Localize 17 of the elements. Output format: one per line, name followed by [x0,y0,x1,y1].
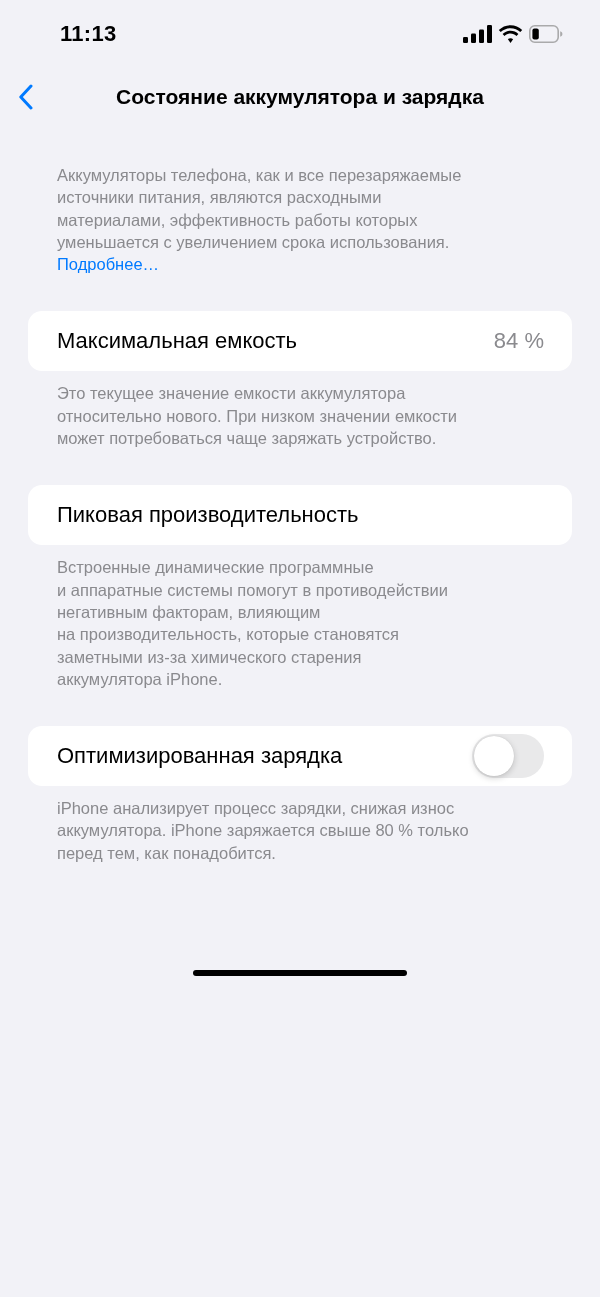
row-label: Пиковая производительность [57,502,359,529]
battery-icon [529,25,563,43]
section-footer-text: Встроенные динамические программные и аппаратные системы помогут в противодействии негативным факторам, влияющим на производительность, которые становятся заметными из-за химического старения аккумулятора iPhone. [57,557,449,690]
toggle-switch[interactable] [472,734,544,779]
signal-icon [463,25,492,43]
wifi-icon [498,25,523,43]
row-label: Оптимизированная зарядка [57,743,343,770]
section-footer-text: Это текущее значение емкости аккумулятора относительно нового. При низком значении емкости может потребоваться чаще заряжать устройство. [57,383,459,450]
row-label: Максимальная емкость [57,328,298,355]
back-button[interactable] [18,84,33,110]
learn-more-link[interactable]: Подробнее… [57,255,160,274]
intro-text: Аккумуляторы телефона, как и все перезаряжаемые источники питания, являются расходными материалами, эффективность работы которых уменьшается с увеличением срока использования. Подробнее… [57,165,463,276]
chevron-left-icon [18,84,33,110]
status-time: 11:13 [60,21,117,47]
row-value: 84 % [493,328,544,355]
section-footer-text: iPhone анализирует процесс зарядки, снижая износ аккумулятора. iPhone заряжается свыше 80 % только перед тем, как понадобится. [57,798,470,864]
page-title: Состояние аккумулятора и зарядка [115,85,485,109]
